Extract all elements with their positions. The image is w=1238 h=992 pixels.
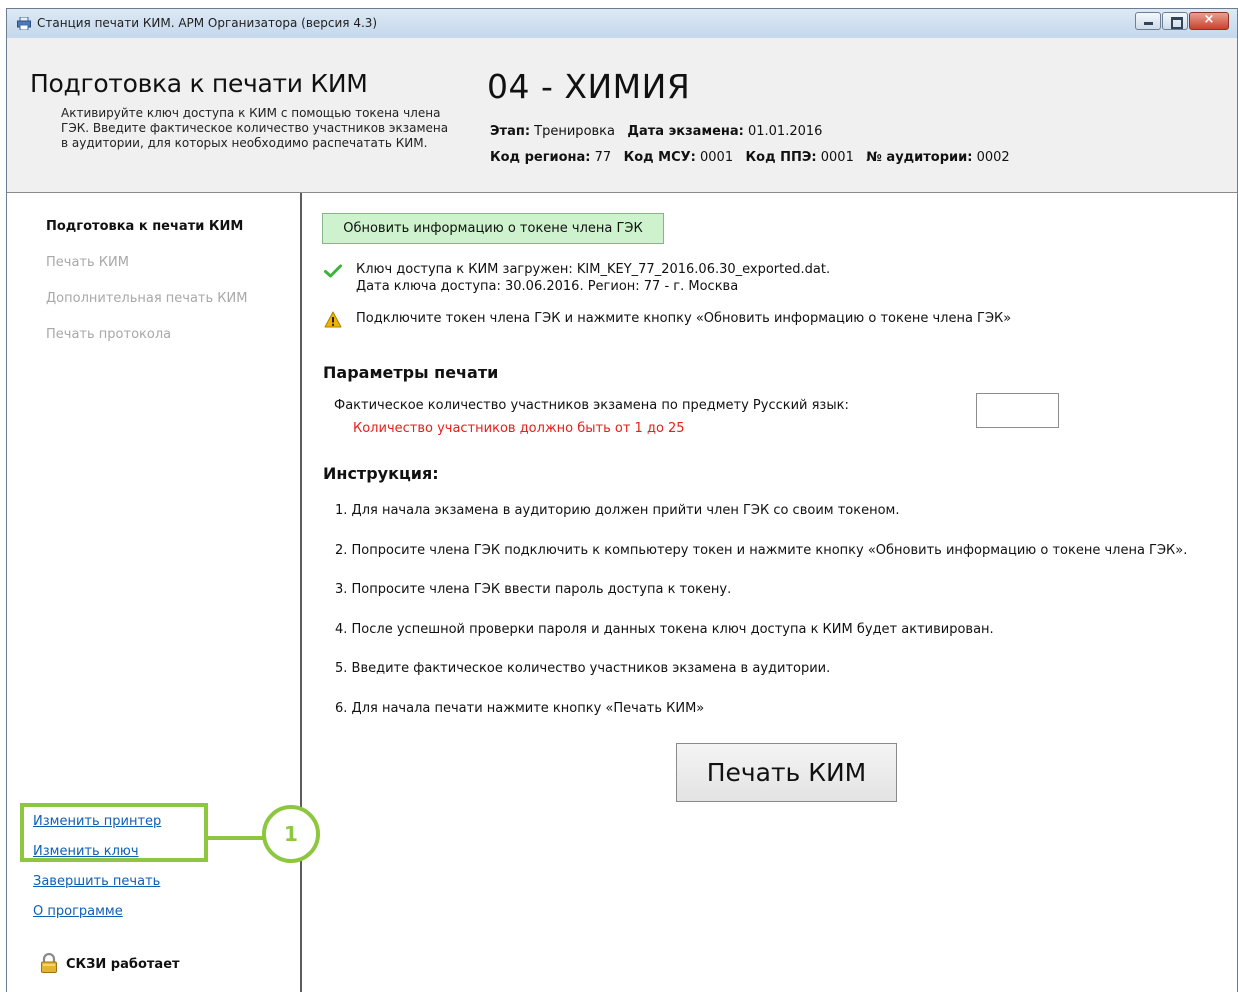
room-value: 0002 bbox=[976, 150, 1010, 165]
participants-count-input[interactable] bbox=[976, 393, 1059, 428]
nav-item-print[interactable]: Печать КИМ bbox=[46, 255, 129, 270]
participants-label: Фактическое количество участников экзаме… bbox=[334, 398, 849, 413]
codes-row: Код региона: 77 Код МСУ: 0001 Код ППЭ: 0… bbox=[490, 150, 1010, 165]
nav-item-protocol[interactable]: Печать протокола bbox=[46, 327, 171, 342]
room-label: № аудитории: bbox=[866, 150, 973, 165]
window-title: Станция печати КИМ. АРМ Организатора (ве… bbox=[37, 16, 378, 30]
page-title: Подготовка к печати КИМ bbox=[30, 69, 368, 98]
lock-icon bbox=[41, 953, 57, 973]
participants-error: Количество участников должно быть от 1 д… bbox=[353, 421, 685, 436]
refresh-token-button[interactable]: Обновить информацию о токене члена ГЭК bbox=[322, 213, 664, 244]
callout-connector bbox=[208, 836, 265, 840]
minimize-icon bbox=[1144, 22, 1153, 25]
print-kim-button[interactable]: Печать КИМ bbox=[676, 743, 897, 802]
instruction-step-4: 4. После успешной проверки пароля и данн… bbox=[335, 622, 994, 637]
ppe-label: Код ППЭ: bbox=[745, 150, 817, 165]
date-label: Дата экзамена: bbox=[627, 124, 744, 139]
printer-icon bbox=[17, 17, 31, 30]
stage-label: Этап: bbox=[490, 124, 531, 139]
callout-badge: 1 bbox=[262, 805, 320, 863]
change-key-link[interactable]: Изменить ключ bbox=[33, 844, 139, 859]
change-printer-link[interactable]: Изменить принтер bbox=[33, 814, 161, 829]
instruction-step-5: 5. Введите фактическое количество участн… bbox=[335, 661, 831, 676]
instruction-step-3: 3. Попросите члена ГЭК ввести пароль дос… bbox=[335, 582, 732, 597]
nav-item-prepare[interactable]: Подготовка к печати КИМ bbox=[46, 219, 243, 234]
msu-label: Код МСУ: bbox=[623, 150, 696, 165]
warning-icon bbox=[324, 311, 342, 328]
print-params-title: Параметры печати bbox=[323, 363, 499, 382]
ppe-value: 0001 bbox=[820, 150, 854, 165]
maximize-icon bbox=[1171, 17, 1183, 29]
check-icon bbox=[324, 264, 342, 278]
stage-value: Тренировка bbox=[534, 124, 615, 139]
finish-print-link[interactable]: Завершить печать bbox=[33, 874, 160, 889]
about-link[interactable]: О программе bbox=[33, 904, 123, 919]
warning-text: Подключите токен члена ГЭК и нажмите кно… bbox=[356, 311, 1012, 326]
window-controls: × bbox=[1135, 12, 1229, 32]
instruction-step-6: 6. Для начала печати нажмите кнопку «Печ… bbox=[335, 701, 705, 716]
minimize-button[interactable] bbox=[1135, 12, 1161, 30]
region-value: 77 bbox=[594, 150, 612, 165]
close-button[interactable]: × bbox=[1189, 12, 1229, 30]
region-label: Код региона: bbox=[490, 150, 591, 165]
key-date-text: Дата ключа доступа: 30.06.2016. Регион: … bbox=[356, 279, 739, 294]
key-loaded-text: Ключ доступа к КИМ загружен: KIM_KEY_77_… bbox=[356, 262, 831, 277]
close-icon: × bbox=[1203, 12, 1215, 27]
crypto-status: СКЗИ работает bbox=[66, 957, 180, 972]
instruction-step-1: 1. Для начала экзамена в аудиторию долже… bbox=[335, 503, 900, 518]
instruction-step-2: 2. Попросите члена ГЭК подключить к комп… bbox=[335, 543, 1188, 558]
maximize-button[interactable] bbox=[1162, 12, 1188, 30]
msu-value: 0001 bbox=[700, 150, 734, 165]
subject-title: 04 - ХИМИЯ bbox=[487, 67, 691, 106]
instruction-title: Инструкция: bbox=[323, 464, 439, 483]
nav-item-extra-print[interactable]: Дополнительная печать КИМ bbox=[46, 291, 247, 306]
page-description: Активируйте ключ доступа к КИМ с помощью… bbox=[61, 106, 449, 150]
date-value: 01.01.2016 bbox=[747, 124, 823, 139]
title-bar[interactable]: Станция печати КИМ. АРМ Организатора (ве… bbox=[7, 9, 1237, 39]
sidebar bbox=[7, 193, 302, 992]
exam-stage-row: Этап: Тренировка Дата экзамена: 01.01.20… bbox=[490, 124, 822, 139]
